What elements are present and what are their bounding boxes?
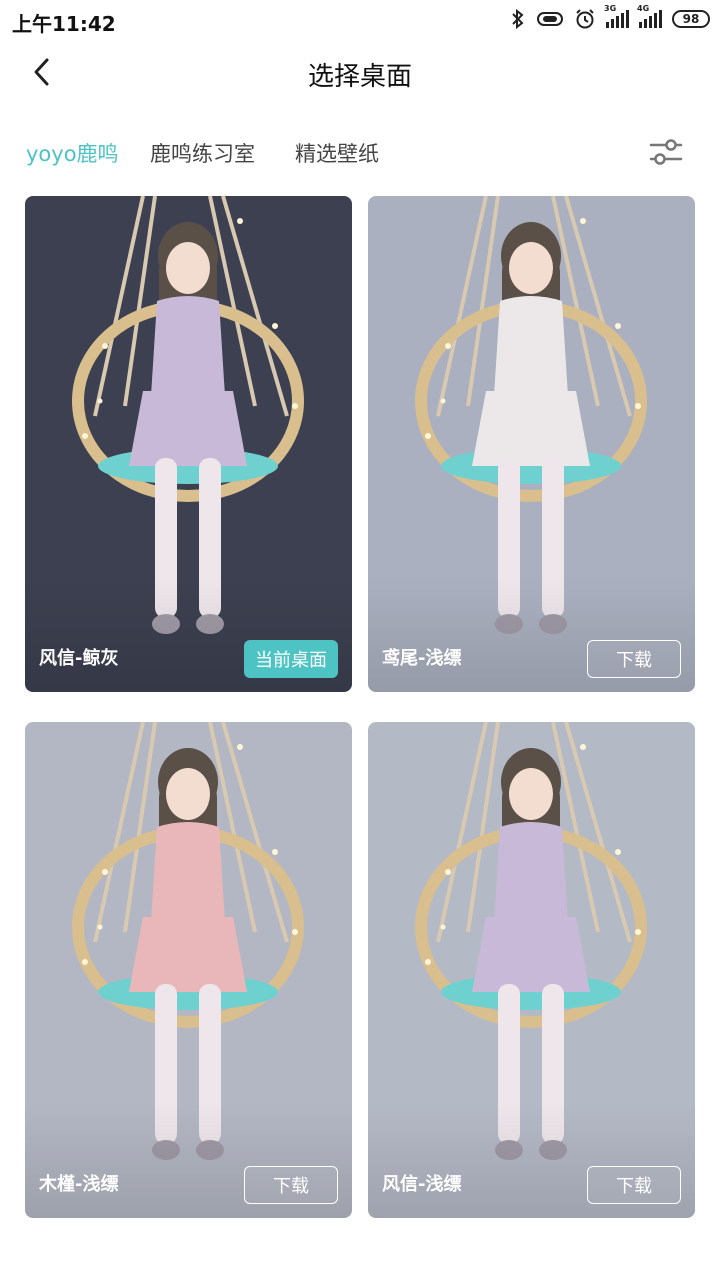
net-type-2: 4G xyxy=(637,4,650,13)
bluetooth-icon xyxy=(512,9,524,29)
tab-yoyo-luming[interactable]: yoyo鹿鸣 xyxy=(26,138,119,168)
wallpaper-card[interactable]: 木槿-浅缥 下载 xyxy=(25,722,352,1218)
signal-3g-icon: 3G xyxy=(604,4,629,28)
wallpaper-card[interactable]: 风信-浅缥 下载 xyxy=(368,722,695,1218)
status-time: 上午11:42 xyxy=(12,12,116,36)
net-type-1: 3G xyxy=(604,4,617,13)
wallpaper-image xyxy=(25,722,352,1218)
battery-icon: 98 xyxy=(672,10,710,28)
status-bar: 上午11:42 3G 4G 98 xyxy=(0,0,720,38)
page-title: 选择桌面 xyxy=(307,62,412,92)
download-button[interactable]: 下载 xyxy=(587,1166,681,1204)
status-icons: 3G 4G 98 xyxy=(510,4,710,30)
tab-featured-wallpaper[interactable]: 精选壁纸 xyxy=(295,138,379,168)
tab-practice-room[interactable]: 鹿鸣练习室 xyxy=(150,138,255,168)
filter-button[interactable] xyxy=(648,134,684,170)
battery-level: 98 xyxy=(682,12,700,26)
wallpaper-card[interactable]: 鸢尾-浅缥 下载 xyxy=(368,196,695,692)
tab-bar: yoyo鹿鸣 鹿鸣练习室 精选壁纸 xyxy=(0,128,720,180)
filter-sliders-icon xyxy=(649,139,683,165)
download-button[interactable]: 下载 xyxy=(244,1166,338,1204)
wallpaper-image xyxy=(368,196,695,692)
download-button[interactable]: 下载 xyxy=(587,640,681,678)
alarm-icon xyxy=(576,9,594,29)
header: 选择桌面 xyxy=(0,38,720,112)
wallpaper-name: 木槿-浅缥 xyxy=(39,1174,119,1195)
wallpaper-name: 风信-鲸灰 xyxy=(39,648,119,669)
wallpaper-image xyxy=(368,722,695,1218)
vibrate-icon xyxy=(537,12,563,26)
wallpaper-name: 风信-浅缥 xyxy=(382,1174,462,1195)
wallpaper-name: 鸢尾-浅缥 xyxy=(382,648,462,669)
wallpaper-card[interactable]: 风信-鲸灰 当前桌面 xyxy=(25,196,352,692)
wallpaper-grid: 风信-鲸灰 当前桌面 鸢尾-浅缥 下载 木槿-浅缥 下载 风信-浅缥 下载 xyxy=(0,196,720,1280)
signal-4g-icon: 4G xyxy=(637,4,662,28)
wallpaper-image xyxy=(25,196,352,692)
current-desktop-button[interactable]: 当前桌面 xyxy=(244,640,338,678)
